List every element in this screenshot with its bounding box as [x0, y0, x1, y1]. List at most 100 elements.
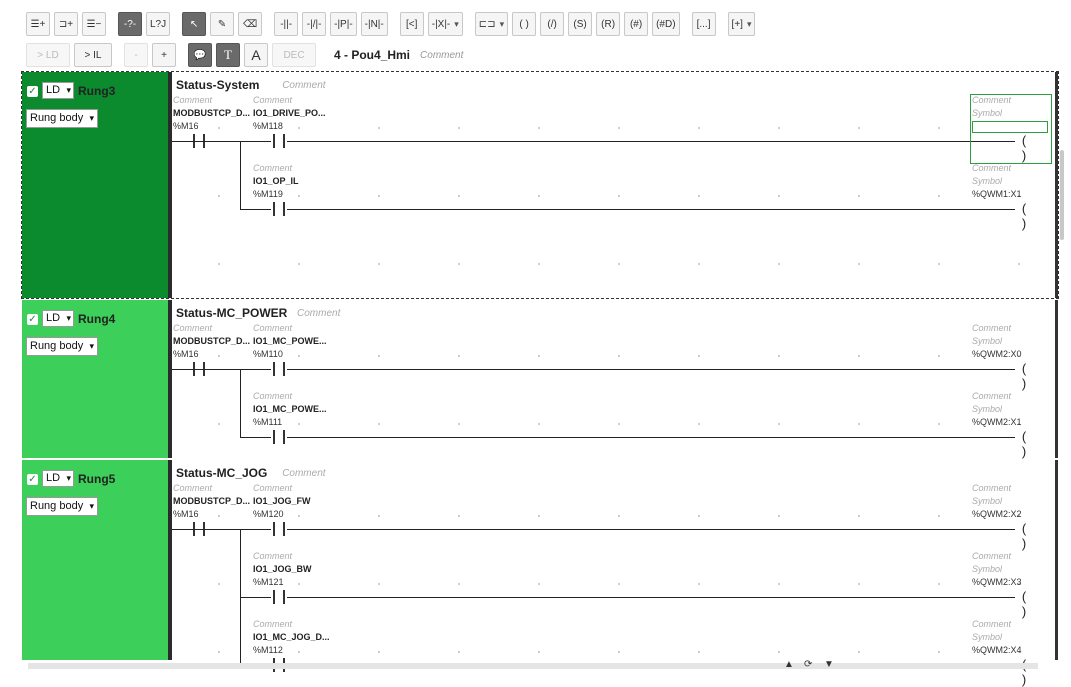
- contact-no-icon[interactable]: [271, 590, 287, 604]
- contact-no-icon[interactable]: [271, 430, 287, 444]
- rung-header[interactable]: ✓ LD Rung4 Rung body: [22, 300, 168, 458]
- wire: [240, 209, 1020, 210]
- contact-addr: %M16: [173, 509, 199, 519]
- contact-addr: %M112: [253, 645, 283, 655]
- rung[interactable]: ✓ LD Rung3 Rung body Status-System Comment Com…: [21, 71, 1059, 299]
- contact-nc-icon[interactable]: -|/|-: [302, 12, 327, 36]
- coil-icon[interactable]: ( ): [1015, 589, 1037, 619]
- contact-n-icon[interactable]: -|N|-: [360, 12, 388, 36]
- rung-diagram[interactable]: Status-MC_JOG Comment Comment MODBUSTCP_D..…: [172, 460, 1058, 687]
- coil-address[interactable]: %QWM2:X4: [972, 644, 1022, 657]
- contact-no-icon[interactable]: -||-: [274, 12, 299, 36]
- coil-comment: Comment: [972, 619, 1012, 629]
- coil-icon[interactable]: ( ): [1015, 361, 1037, 391]
- comment-mode-icon[interactable]: -?-: [118, 12, 142, 36]
- coil-address[interactable]: %QWM2:X1: [972, 416, 1022, 429]
- contact-comment: Comment: [253, 551, 293, 561]
- contact-name: IO1_OP_IL: [253, 176, 299, 186]
- rung-body-select[interactable]: Rung body: [26, 337, 98, 356]
- coil-icon[interactable]: ( ): [1015, 201, 1037, 231]
- delete-rung-icon[interactable]: ☰−: [82, 12, 106, 36]
- zoom-out-button[interactable]: -: [124, 43, 148, 67]
- rung-enabled-checkbox[interactable]: ✓: [27, 314, 38, 325]
- contact-label: Comment IO1_JOG_BW %M121: [253, 550, 312, 589]
- insert-branch-icon[interactable]: ⊐+: [54, 12, 78, 36]
- contact-label: Comment IO1_MC_POWE... %M111: [253, 390, 327, 429]
- rung-comment[interactable]: Comment: [282, 80, 325, 91]
- contact-no-icon[interactable]: [271, 522, 287, 536]
- block-icon[interactable]: ⊏⊐: [474, 12, 509, 36]
- coil-address[interactable]: %QWM2:X3: [972, 576, 1022, 589]
- zoom-in-button[interactable]: +: [152, 43, 176, 67]
- vertical-scrollbar[interactable]: [1060, 150, 1064, 240]
- coil-neg-icon[interactable]: (/): [540, 12, 565, 36]
- eraser-icon[interactable]: ⌫: [238, 12, 263, 36]
- coil-label: Comment Symbol %QWM1:X1: [972, 162, 1022, 201]
- rung-comment[interactable]: Comment: [297, 308, 340, 319]
- rung-header[interactable]: ✓ LD Rung3 Rung body: [22, 72, 168, 298]
- rung[interactable]: ✓LDRung5Rung bodyStatus-MC_JOGCommentCom…: [22, 460, 1058, 687]
- text-mode-icon[interactable]: T: [216, 43, 240, 67]
- coil-hashd-icon[interactable]: (#D): [652, 12, 680, 36]
- coil-icon[interactable]: ( ): [1015, 429, 1037, 459]
- rung-name: Rung4: [78, 312, 116, 326]
- insert-rung-icon[interactable]: ☰+: [26, 12, 50, 36]
- pou-comment[interactable]: Comment: [420, 50, 463, 61]
- scroll-down-icon[interactable]: ▼: [824, 659, 834, 670]
- coil-set-icon[interactable]: (S): [568, 12, 593, 36]
- coil-symbol: Symbol: [972, 404, 1003, 414]
- contact-name: MODBUSTCP_D...: [173, 108, 251, 118]
- rung-name: Rung3: [78, 84, 116, 98]
- coil-address[interactable]: %QWM2:X2: [972, 508, 1022, 521]
- scroll-up-icon[interactable]: ▲: [784, 659, 794, 670]
- coil-symbol: Symbol: [972, 632, 1003, 642]
- contact-addr: %M120: [253, 509, 284, 519]
- coil-icon[interactable]: ( ): [512, 12, 537, 36]
- rung-enabled-checkbox[interactable]: ✓: [27, 474, 38, 485]
- contact-name: IO1_MC_POWE...: [253, 336, 327, 346]
- coil-icon[interactable]: ( ): [1015, 521, 1037, 551]
- coil-hash-icon[interactable]: (#): [624, 12, 649, 36]
- rung-header[interactable]: ✓ LD Rung5 Rung body: [22, 460, 168, 660]
- rung-language-select[interactable]: LD: [42, 470, 74, 487]
- rung-language-select[interactable]: LD: [42, 310, 74, 327]
- convert-to-il-button[interactable]: > IL: [74, 43, 112, 67]
- compare-icon[interactable]: [<]: [399, 12, 424, 36]
- coil-address[interactable]: %QWM2:X0: [972, 348, 1022, 361]
- rung-body-select[interactable]: Rung body: [26, 497, 98, 516]
- pencil-icon[interactable]: ✎: [210, 12, 235, 36]
- rung-diagram[interactable]: Status-System Comment Comment MODBUSTCP_D..…: [172, 72, 1058, 298]
- pointer-icon[interactable]: ↖: [182, 12, 207, 36]
- contact-label: Comment IO1_OP_IL %M119: [253, 162, 299, 201]
- refresh-icon[interactable]: ⟳: [804, 659, 812, 670]
- rung-comment[interactable]: Comment: [282, 468, 325, 479]
- rung-body-select[interactable]: Rung body: [26, 109, 98, 128]
- show-comments-icon[interactable]: 💬: [188, 43, 212, 67]
- rung-title[interactable]: Status-MC_POWER: [176, 306, 287, 320]
- rung[interactable]: ✓ LD Rung4 Rung body Status-MC_POWER Comment C…: [22, 300, 1058, 459]
- horizontal-scrollbar[interactable]: [28, 663, 1038, 669]
- contact-no-icon[interactable]: [271, 362, 287, 376]
- contact-label: Comment MODBUSTCP_D... %M16: [173, 482, 250, 521]
- contact-no-icon[interactable]: [271, 134, 287, 148]
- contact-addr: %M16: [173, 121, 199, 131]
- rung-enabled-checkbox[interactable]: ✓: [27, 86, 38, 97]
- coil-icon[interactable]: ( ): [1015, 133, 1037, 163]
- rung-diagram[interactable]: Status-MC_POWER Comment Comment MODBUSTCP_D…: [172, 300, 1058, 459]
- coil-edit-field[interactable]: [972, 121, 1048, 133]
- coil-address[interactable]: %QWM1:X1: [972, 188, 1022, 201]
- line-mode-icon[interactable]: L?J: [146, 12, 171, 36]
- rung-title[interactable]: Status-System: [176, 78, 259, 92]
- coil-reset-icon[interactable]: (R): [596, 12, 621, 36]
- operation-block-icon[interactable]: [...]: [691, 12, 716, 36]
- add-block-icon[interactable]: [+]: [727, 12, 756, 36]
- contact-name: IO1_JOG_BW: [253, 564, 312, 574]
- contact-p-icon[interactable]: -|P|-: [330, 12, 357, 36]
- contact-no-icon[interactable]: [271, 202, 287, 216]
- rung-title[interactable]: Status-MC_JOG: [176, 466, 267, 480]
- function-block-icon[interactable]: -|X|-: [427, 12, 463, 36]
- convert-to-ld-button[interactable]: > LD: [26, 43, 70, 67]
- font-size-icon[interactable]: A: [244, 43, 268, 67]
- decimal-format-button[interactable]: DEC: [272, 43, 316, 67]
- rung-language-select[interactable]: LD: [42, 82, 74, 99]
